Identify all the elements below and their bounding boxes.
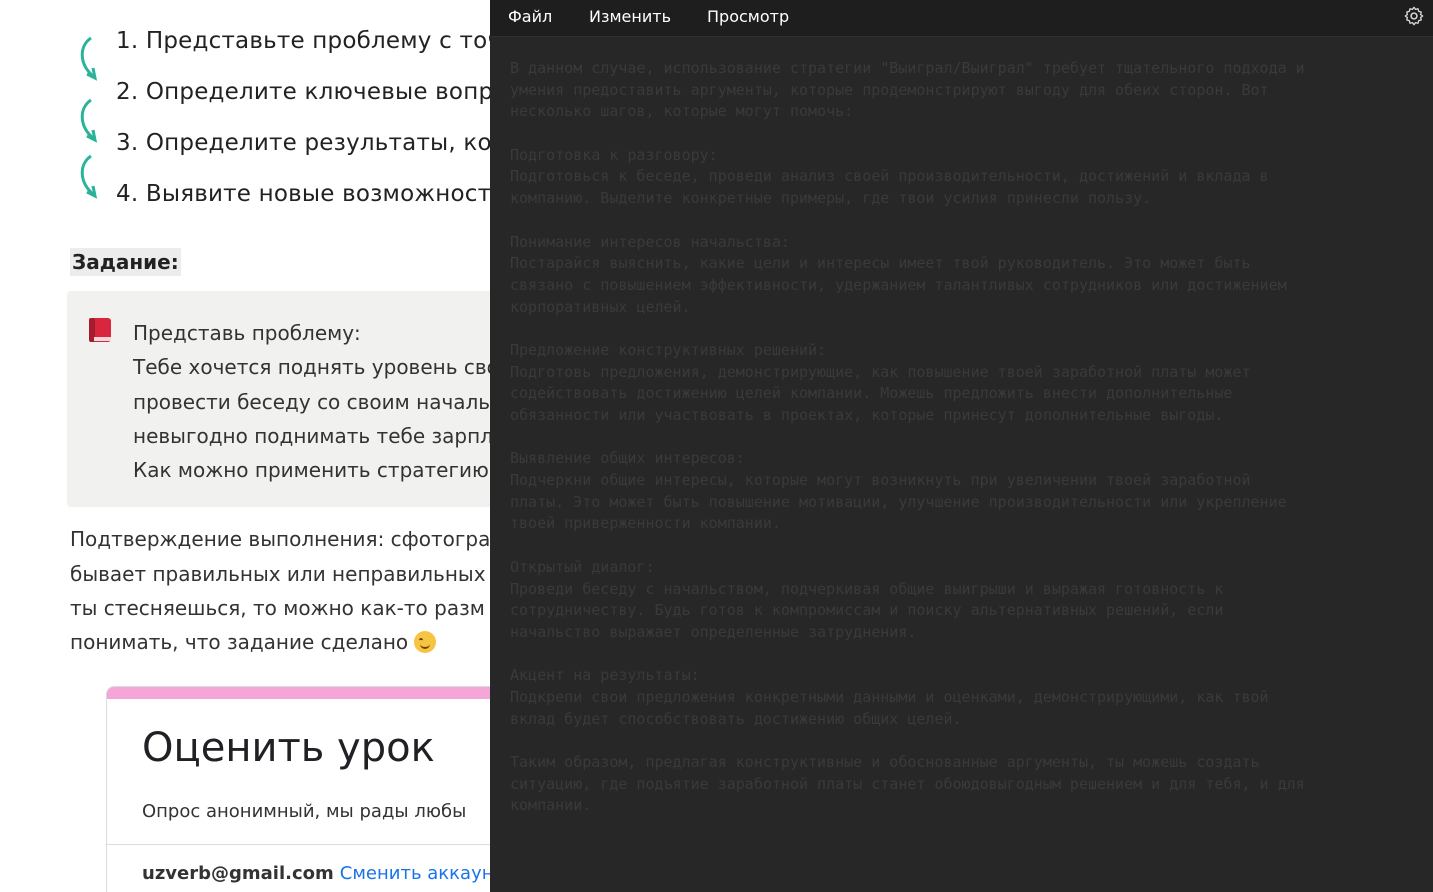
editor-line: платы. Это может быть повышение мотиваци…	[510, 492, 1287, 511]
editor-line: Проведи беседу с начальством, подчеркива…	[510, 579, 1224, 598]
callout-line: Тебе хочется поднять уровень сво	[133, 355, 499, 379]
editor-line: Подчеркни общие интересы, которые могут …	[510, 471, 1251, 490]
step-2: 2. Определите ключевые вопро	[116, 79, 508, 105]
editor-line: Выявление общих интересов:	[510, 449, 745, 468]
editor-line: Подготовка к разговору:	[510, 145, 718, 164]
book-icon	[87, 316, 113, 344]
editor-line: компанию. Выделите конкретные примеры, г…	[510, 189, 1152, 208]
curved-arrow-icon	[77, 96, 105, 144]
callout-line: невыгодно поднимать тебе зарпл	[133, 424, 493, 448]
editor-line: Предложение конструктивных решений:	[510, 340, 827, 359]
editor-line: твоей приверженности компании.	[510, 514, 781, 533]
editor-line: Открытый диалог:	[510, 557, 655, 576]
callout-line: провести беседу со своим началь	[133, 390, 491, 414]
editor-line: Подкрепи свои предложения конкретными да…	[510, 687, 1269, 706]
editor-line: ситуацию, где подъятие заработной платы …	[510, 774, 1305, 793]
text-editor[interactable]: В данном случае, использование стратегии…	[510, 58, 1425, 817]
confirmation-text: бывает правильных или неправильных	[70, 562, 486, 586]
editor-line: Акцент на результаты:	[510, 666, 700, 685]
callout-line: Как можно применить стратегию	[133, 458, 489, 482]
menu-bar: Файл Изменить Просмотр	[490, 0, 1433, 37]
editor-line: начальство выражает определенные затрудн…	[510, 622, 917, 641]
step-3: 3. Определите результаты, кото	[116, 130, 520, 156]
editor-line: Понимание интересов начальства:	[510, 232, 790, 251]
curved-arrow-icon	[77, 152, 105, 200]
callout-heading: Представь проблему:	[133, 321, 361, 345]
editor-line: несколько шагов, которые могут помочь:	[510, 102, 854, 121]
confirmation-text: ты стесняешься, то можно как-то разм	[70, 596, 485, 620]
confirmation-text: Подтверждение выполнения: сфотограф	[70, 527, 508, 551]
editor-line: В данном случае, использование стратегии…	[510, 59, 1305, 77]
editor-line: Таким образом, предлагая конструктивные …	[510, 753, 1260, 771]
gear-icon[interactable]	[1403, 5, 1425, 27]
editor-line: Подготовься к беседе, проведи анализ сво…	[510, 167, 1269, 186]
editor-line: связано с повышением эффективности, удер…	[510, 275, 1287, 294]
editor-line: вклад будет способствовать достижению об…	[510, 709, 962, 728]
confirmation-text: понимать, что задание сделано	[70, 630, 409, 654]
smiling-face-icon	[414, 631, 437, 653]
form-title: Оценить урок	[142, 725, 435, 771]
editor-line: сотрудничеству. Будь готов к компромисса…	[510, 601, 1224, 620]
menu-view[interactable]: Просмотр	[707, 7, 789, 26]
step-1: 1. Представьте проблему с точк	[116, 28, 516, 54]
task-label: Задание:	[70, 248, 181, 276]
form-description: Опрос анонимный, мы рады любы	[142, 801, 467, 822]
menu-file[interactable]: Файл	[508, 7, 552, 26]
editor-line: умения предоставить аргументы, которые п…	[510, 80, 1269, 99]
editor-line: корпоративных целей.	[510, 297, 691, 316]
curved-arrow-icon	[77, 34, 105, 82]
editor-line: обязанности или участвовать в проектах, …	[510, 406, 1224, 424]
notepad-window: Файл Изменить Просмотр В данном случае, …	[490, 0, 1433, 892]
editor-line: содействовать достижению целей компании.…	[510, 384, 1233, 403]
account-email: uzverb@gmail.com	[142, 863, 334, 884]
menu-edit[interactable]: Изменить	[589, 7, 671, 26]
confirmation-text-last: понимать, что задание сделано	[70, 630, 437, 654]
editor-line: Постарайся выяснить, какие цели и интере…	[510, 254, 1251, 273]
editor-line: компании.	[510, 796, 592, 815]
switch-account-link[interactable]: Сменить аккаунт	[340, 863, 504, 884]
step-4: 4. Выявите новые возможности	[116, 181, 507, 207]
editor-line: Подготовь предложения, демонстрирующие, …	[510, 362, 1251, 381]
form-account-row: uzverb@gmail.com Сменить аккаунт	[142, 863, 504, 884]
